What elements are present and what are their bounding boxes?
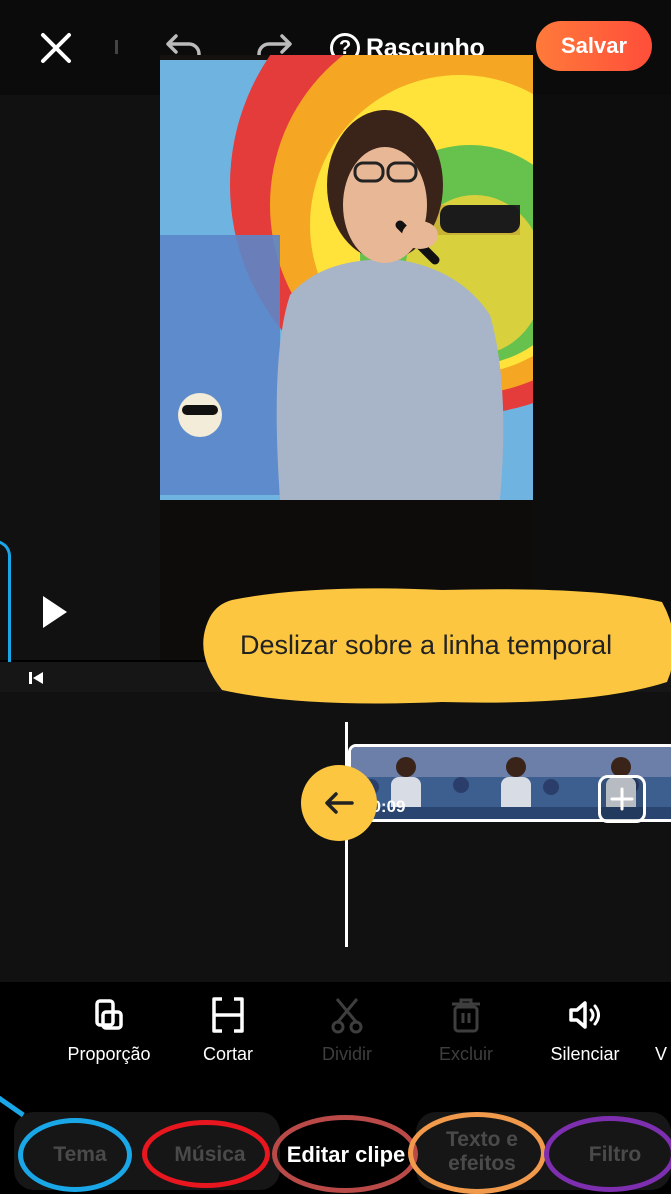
tool-label: Silenciar	[550, 1044, 620, 1064]
partial-icon	[655, 990, 671, 1040]
highlight-ring-edit-clip	[272, 1115, 418, 1193]
highlight-ring-text-effects	[408, 1112, 546, 1194]
highlight-ring-theme	[18, 1118, 132, 1192]
preview-background-left	[0, 95, 160, 660]
tool-label: Excluir	[438, 1044, 493, 1064]
highlight-ring-music	[142, 1120, 270, 1188]
close-icon[interactable]	[34, 26, 78, 70]
scroll-back-button[interactable]	[301, 765, 377, 841]
highlight-ring-filter	[544, 1116, 671, 1192]
tool-label: Cortar	[202, 1044, 253, 1064]
trash-icon	[401, 990, 531, 1040]
tool-trim[interactable]: Cortar	[163, 990, 293, 1065]
tool-split[interactable]: Dividir	[282, 990, 412, 1065]
play-icon[interactable]	[34, 590, 74, 634]
trim-icon	[163, 990, 293, 1040]
tool-aspect-ratio[interactable]: Proporção	[44, 990, 174, 1065]
tool-label: Dividir	[321, 1044, 372, 1064]
speaker-icon	[520, 990, 650, 1040]
aspect-ratio-icon	[44, 990, 174, 1040]
video-preview	[160, 55, 533, 660]
divider	[115, 40, 118, 54]
tool-label: Proporção	[67, 1044, 151, 1064]
preview-background-right	[533, 95, 671, 660]
plus-icon	[610, 787, 634, 811]
save-button[interactable]: Salvar	[536, 21, 652, 71]
add-clip-button[interactable]	[598, 775, 646, 823]
tool-partial[interactable]: V	[655, 990, 671, 1065]
skip-to-start-icon[interactable]	[26, 668, 46, 688]
scissors-icon	[282, 990, 412, 1040]
tool-label: V	[655, 1044, 668, 1064]
tool-delete[interactable]: Excluir	[401, 990, 531, 1065]
hint-text: Deslizar sobre a linha temporal	[240, 630, 613, 660]
tool-mute[interactable]: Silenciar	[520, 990, 650, 1065]
arrow-left-icon	[325, 792, 354, 814]
